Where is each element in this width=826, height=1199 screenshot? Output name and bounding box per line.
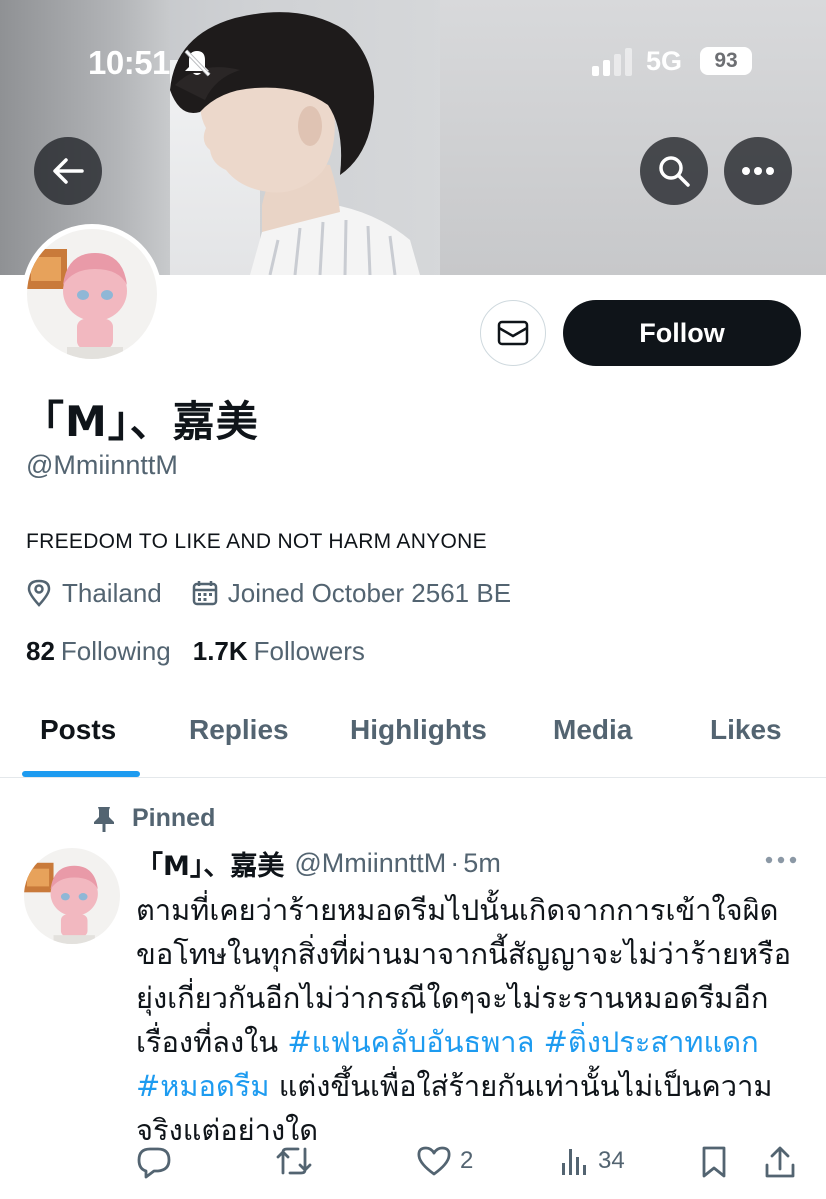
- following-stat[interactable]: 82 Following: [26, 636, 171, 667]
- hashtag-link[interactable]: #หมอดรีม: [136, 1069, 269, 1103]
- signal-icon: [592, 48, 632, 76]
- profile-avatar[interactable]: [22, 224, 162, 364]
- arrow-left-icon: [53, 158, 84, 184]
- location-pin-icon: [27, 579, 51, 607]
- search-button[interactable]: [640, 137, 708, 205]
- tab-highlights[interactable]: Highlights: [350, 714, 487, 746]
- profile-tabs: Posts Replies Highlights Media Likes: [0, 700, 826, 778]
- views-bars-icon: [562, 1149, 586, 1175]
- retweet-icon: [276, 1147, 312, 1175]
- followers-count: 1.7K: [192, 636, 248, 666]
- post-header: 「M」、嘉美 @MmiinnttM · 5m: [136, 844, 501, 883]
- pin-icon: [94, 806, 114, 832]
- post-author-handle: @MmiinnttM: [294, 848, 447, 878]
- more-horizontal-icon: [742, 167, 774, 175]
- profile-joined: Joined October 2561 BE: [192, 578, 511, 609]
- post-timestamp[interactable]: 5m: [463, 848, 501, 879]
- bookmark-button[interactable]: [700, 1145, 736, 1179]
- pinned-label: Pinned: [132, 804, 216, 832]
- following-label: Following: [60, 636, 171, 666]
- follow-button[interactable]: Follow: [563, 300, 801, 366]
- envelope-icon: [497, 320, 529, 346]
- post-body: ตามที่เคยว่าร้ายหมอดรีมไปนั้นเกิดจากการเ…: [136, 888, 806, 1152]
- profile-location: Thailand: [26, 578, 162, 609]
- bell-off-icon: [184, 49, 211, 77]
- post-separator: ·: [450, 848, 460, 878]
- joined-text: Joined October 2561 BE: [227, 577, 512, 608]
- profile-display-name: 「M」、嘉美: [22, 397, 259, 446]
- bookmark-icon: [702, 1146, 726, 1178]
- post-avatar-figure-illustration: [24, 848, 120, 944]
- pinned-label-row: Pinned: [92, 804, 215, 833]
- back-button[interactable]: [34, 137, 102, 205]
- views-count: 34: [598, 1147, 625, 1174]
- search-icon: [659, 156, 690, 187]
- network-type: 5G: [646, 46, 683, 76]
- share-button[interactable]: [764, 1145, 804, 1179]
- more-button[interactable]: [724, 137, 792, 205]
- profile-bio: FREEDOM TO LIKE AND NOT HARM ANYONE: [26, 530, 487, 553]
- post-more-icon[interactable]: [764, 852, 798, 868]
- post-avatar[interactable]: [24, 848, 120, 944]
- views-button[interactable]: 34: [560, 1145, 625, 1177]
- followers-label: Followers: [253, 636, 365, 666]
- reply-button[interactable]: [136, 1145, 180, 1179]
- following-count: 82: [26, 636, 55, 666]
- profile-stats: 82 Following 1.7K Followers: [26, 636, 387, 667]
- like-button[interactable]: 2: [416, 1145, 473, 1177]
- post-actions: 2 34: [0, 1145, 826, 1189]
- reply-icon: [137, 1147, 171, 1179]
- active-tab-indicator: [22, 771, 140, 777]
- like-count: 2: [460, 1147, 474, 1174]
- hashtag-link[interactable]: #แฟนคลับอันธพาล: [287, 1025, 534, 1059]
- followers-stat[interactable]: 1.7K Followers: [193, 636, 365, 667]
- calendar-icon: [192, 581, 217, 606]
- tab-likes[interactable]: Likes: [710, 714, 782, 746]
- status-time: 10:51: [88, 44, 170, 81]
- share-icon: [765, 1146, 795, 1178]
- post-text-space: [534, 1025, 543, 1059]
- status-bar: 10:51 5G 93: [0, 36, 826, 86]
- message-button[interactable]: [480, 300, 546, 366]
- retweet-button[interactable]: [274, 1145, 322, 1177]
- tab-posts[interactable]: Posts: [40, 714, 116, 746]
- tab-media[interactable]: Media: [553, 714, 632, 746]
- avatar-figure-illustration: [27, 229, 157, 359]
- location-text: Thailand: [62, 577, 162, 608]
- post-author-name[interactable]: 「M」、嘉美: [136, 844, 284, 883]
- battery-indicator: 93: [700, 47, 752, 75]
- hashtag-link[interactable]: #ติ่งประสาทแดก: [544, 1025, 759, 1059]
- profile-handle: @MmiinnttM: [26, 450, 178, 480]
- tab-replies[interactable]: Replies: [189, 714, 289, 746]
- profile-meta: Thailand Joined October 2561 BE: [26, 575, 541, 611]
- heart-icon: [417, 1146, 451, 1176]
